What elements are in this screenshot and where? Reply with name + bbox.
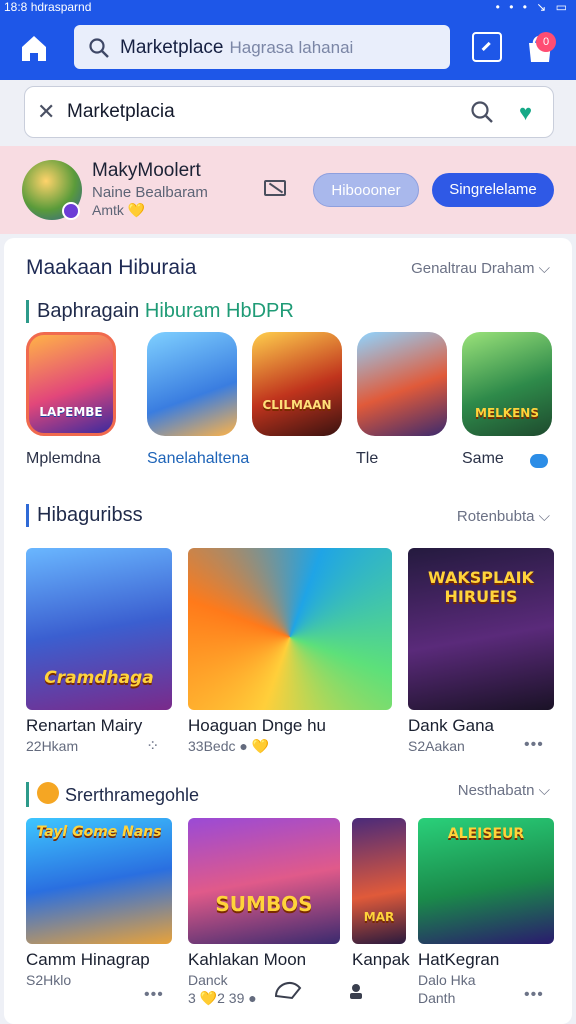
- game-meta: Danck: [188, 972, 228, 988]
- chat-icon[interactable]: [530, 454, 548, 468]
- marketplace-search-field[interactable]: ✕ Marketplacia ♥: [24, 86, 554, 138]
- top-app-bar: 18:8 hdrasparnd • • • ↘ ▭ Marketplace Hag…: [0, 0, 576, 80]
- avatar[interactable]: [22, 160, 82, 220]
- search-icon[interactable]: [469, 99, 495, 125]
- app-icon[interactable]: MELKENS: [462, 332, 552, 436]
- game-meta: S2Aakan: [408, 738, 465, 754]
- status-bar: 18:8 hdrasparnd • • • ↘ ▭: [0, 0, 576, 14]
- home-icon: [22, 36, 46, 61]
- primary-button[interactable]: Singrelelame: [432, 173, 554, 207]
- game-tile[interactable]: [188, 548, 392, 710]
- game-title[interactable]: Dank Gana: [408, 716, 494, 736]
- status-time: 18:8 hdrasparnd: [4, 0, 92, 14]
- app-icon[interactable]: [357, 332, 447, 436]
- game-title[interactable]: Hoaguan Dnge hu: [188, 716, 326, 736]
- game-title[interactable]: Kanpak: [352, 950, 410, 970]
- game-title[interactable]: Kahlakan Moon: [188, 950, 306, 970]
- featured-apps-row: LAPEMBE CLILMAAN MELKENS: [26, 332, 556, 442]
- page-title: Maakaan Hiburaia: [26, 256, 197, 279]
- game-meta: S2Hklo: [26, 972, 72, 988]
- app-name: Tle: [356, 450, 379, 467]
- section-more-link[interactable]: Rotenbubta ⌵: [457, 508, 550, 525]
- section-more-link[interactable]: Nesthabatn ⌵: [458, 782, 550, 799]
- profile-banner: MakyMoolert Naine Bealbaram Amtk 💛 Hiboo…: [0, 146, 576, 234]
- more-options-icon[interactable]: •••: [144, 986, 164, 1004]
- game-tile[interactable]: Cramdhaga: [26, 548, 172, 710]
- game-meta-secondary: 3 💛2 39 ●: [188, 990, 257, 1006]
- app-name: Sanelahaltena: [147, 450, 250, 467]
- game-title[interactable]: Renartan Mairy: [26, 716, 142, 736]
- game-title[interactable]: Camm Hinagrap: [26, 950, 150, 970]
- game-meta: 22Hkam: [26, 738, 79, 754]
- app-icon[interactable]: CLILMAAN: [252, 332, 342, 436]
- game-tile[interactable]: WAKSPLAIK HIRUEIS: [408, 548, 554, 710]
- see-all-link[interactable]: Genaltrau Draham ⌵: [411, 260, 550, 277]
- app-name: Same: [462, 450, 504, 467]
- more-options-icon[interactable]: •••: [524, 986, 544, 1004]
- more-options-icon[interactable]: ⁘: [146, 736, 160, 756]
- cart-badge: 0: [536, 32, 556, 52]
- content-card: Maakaan Hiburaia Genaltrau Draham ⌵ Baph…: [4, 238, 572, 1024]
- secondary-button[interactable]: Hiboooner: [313, 173, 419, 207]
- game-meta: 33Bedc ● 💛: [188, 738, 270, 754]
- home-button[interactable]: [14, 28, 54, 68]
- emoji-icon: [37, 782, 59, 804]
- search-query: Marketplace Hagrasa lahanai: [120, 37, 354, 58]
- game-meta: Dalo Hka: [418, 972, 476, 988]
- open-external-button[interactable]: [472, 32, 502, 62]
- game-tile[interactable]: MAR: [352, 818, 406, 944]
- heart-icon[interactable]: ♥: [519, 100, 532, 126]
- app-icon[interactable]: LAPEMBE: [26, 332, 116, 436]
- game-meta-secondary: Danth: [418, 990, 456, 1006]
- app-icon[interactable]: [147, 332, 237, 436]
- featured-section-label: Baphragain Hiburam HbDPR: [26, 300, 294, 323]
- cast-icon[interactable]: [264, 180, 286, 196]
- app-name: Mplemdna: [26, 450, 101, 467]
- profile-caption: Amtk 💛: [92, 202, 146, 218]
- cart-button[interactable]: 0: [522, 30, 558, 66]
- game-tile[interactable]: ALEISEUR: [418, 818, 554, 944]
- verified-badge: [62, 202, 80, 220]
- status-icons: • • • ↘ ▭: [495, 0, 570, 14]
- game-tile[interactable]: Tayl Gome Nans: [26, 818, 172, 944]
- game-tile[interactable]: SUMBOS: [188, 818, 340, 944]
- section-label: Srerthramegohle: [26, 782, 199, 807]
- search-hint: Hagrasa lahanai: [229, 38, 354, 57]
- profile-name: MakyMoolert: [92, 160, 201, 181]
- game-title[interactable]: HatKegran: [418, 950, 499, 970]
- more-options-icon[interactable]: •••: [524, 736, 544, 754]
- profile-subtitle: Naine Bealbaram: [92, 184, 208, 201]
- search-bar[interactable]: Marketplace Hagrasa lahanai: [74, 25, 450, 69]
- search-icon: [89, 38, 109, 58]
- clear-icon[interactable]: ✕: [37, 99, 55, 125]
- search-input-value: Marketplacia: [67, 101, 175, 122]
- section-label: Hibaguribss: [26, 504, 143, 527]
